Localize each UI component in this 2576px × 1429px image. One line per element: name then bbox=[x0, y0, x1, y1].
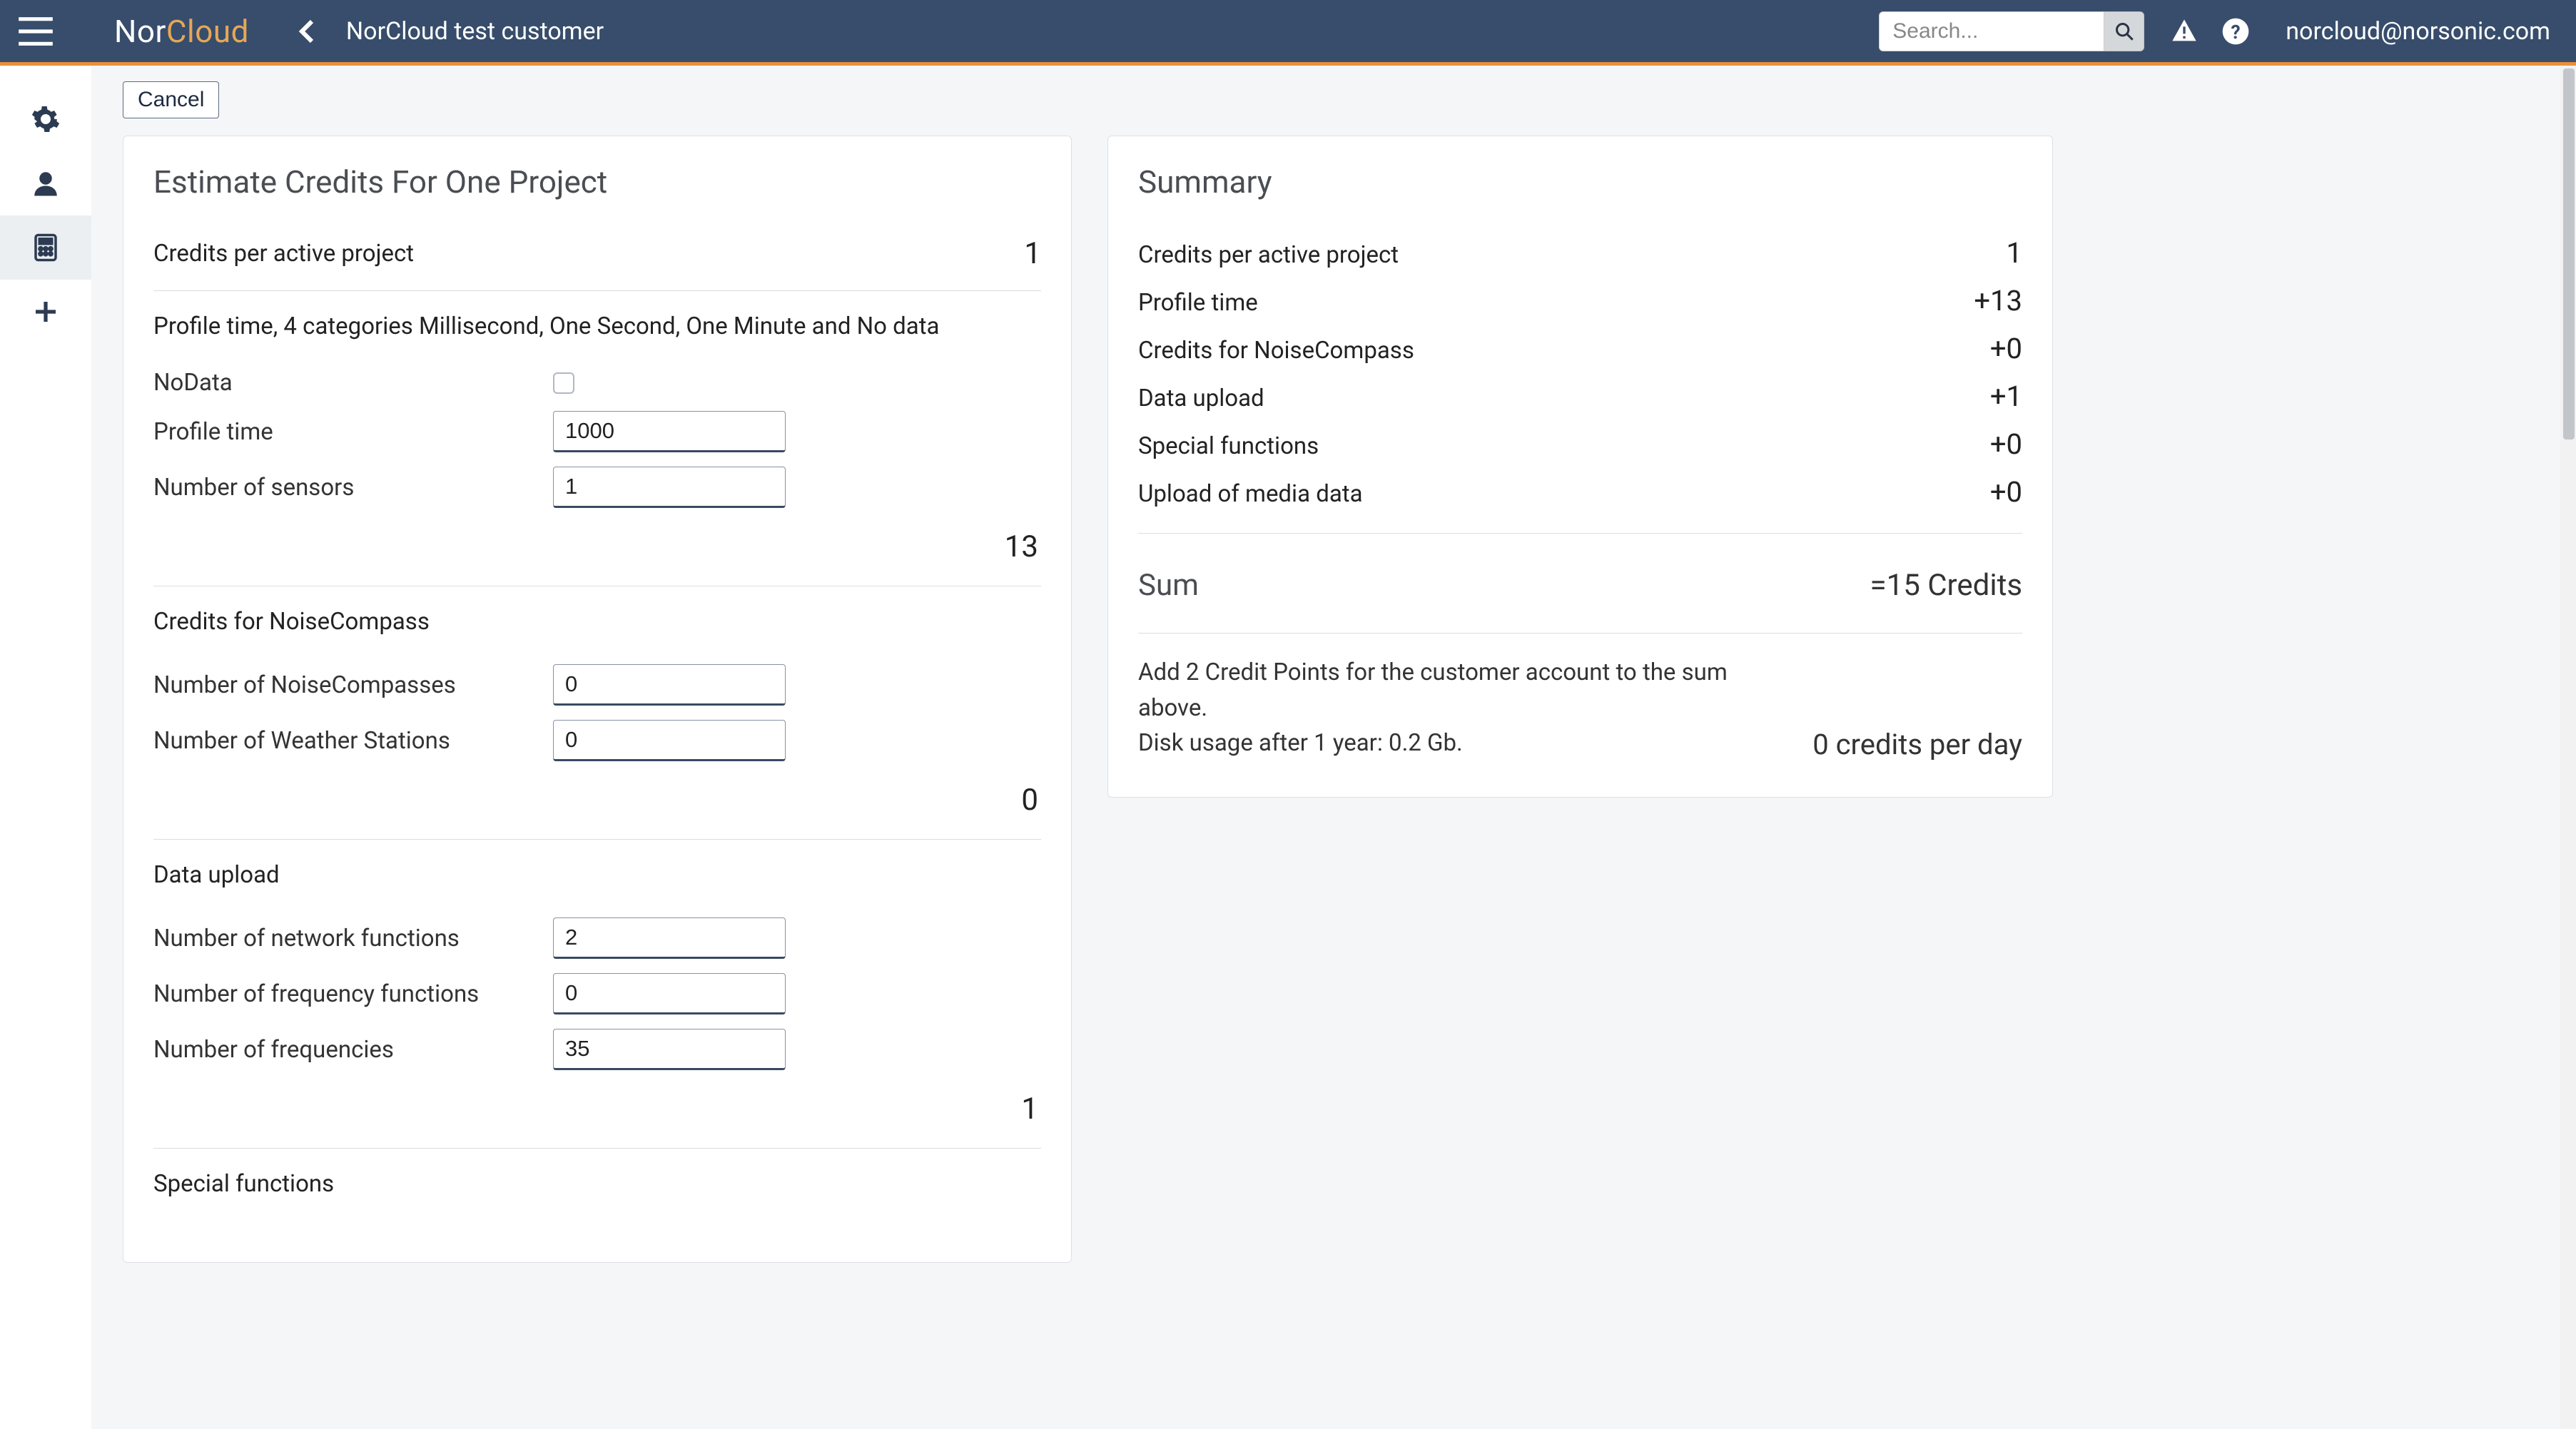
number-sensors-label: Number of sensors bbox=[153, 474, 553, 502]
profile-description: Profile time, 4 categories Millisecond, … bbox=[153, 312, 1041, 340]
special-functions-header: Special functions bbox=[153, 1170, 1041, 1198]
search bbox=[1879, 11, 2144, 51]
back-button[interactable] bbox=[290, 14, 325, 49]
cancel-button[interactable]: Cancel bbox=[123, 81, 219, 118]
warning-icon bbox=[2170, 17, 2199, 46]
summary-label: Special functions bbox=[1138, 432, 1319, 460]
plus-icon bbox=[31, 297, 61, 327]
credits-per-project-label: Credits per active project bbox=[153, 240, 414, 268]
summary-note-2: Disk usage after 1 year: 0.2 Gb. bbox=[1138, 726, 1784, 761]
help-button[interactable]: ? bbox=[2221, 17, 2250, 46]
summary-row: Profile time +13 bbox=[1138, 277, 2022, 325]
profile-time-input[interactable] bbox=[553, 411, 786, 452]
noisecompass-header: Credits for NoiseCompass bbox=[153, 608, 1041, 636]
summary-label: Data upload bbox=[1138, 385, 1264, 412]
summary-sum-label: Sum bbox=[1138, 568, 1199, 603]
summary-row: Data upload +1 bbox=[1138, 372, 2022, 420]
summary-card: Summary Credits per active project 1 Pro… bbox=[1107, 136, 2053, 798]
num-weather-label: Number of Weather Stations bbox=[153, 727, 553, 755]
summary-note-1: Add 2 Credit Points for the customer acc… bbox=[1138, 655, 1784, 726]
summary-label: Profile time bbox=[1138, 289, 1258, 317]
number-sensors-input[interactable] bbox=[553, 467, 786, 508]
svg-text:?: ? bbox=[2231, 21, 2241, 44]
user-email[interactable]: norcloud@norsonic.com bbox=[2286, 17, 2550, 46]
summary-value: +13 bbox=[1974, 284, 2022, 317]
summary-label: Credits per active project bbox=[1138, 241, 1399, 269]
summary-value: +1 bbox=[1990, 380, 2022, 413]
num-freq-input[interactable] bbox=[553, 1029, 786, 1070]
summary-label: Credits for NoiseCompass bbox=[1138, 337, 1414, 365]
help-icon: ? bbox=[2221, 17, 2250, 46]
num-freq-fn-input[interactable] bbox=[553, 973, 786, 1014]
credits-per-project-value: 1 bbox=[1024, 236, 1041, 271]
sidebar-item-add[interactable] bbox=[0, 280, 91, 344]
sidebar-item-calculator[interactable] bbox=[0, 215, 91, 280]
topbar: NorCloud NorCloud test customer ? norclo… bbox=[0, 0, 2576, 66]
sidebar bbox=[0, 66, 91, 1429]
summary-value: 1 bbox=[2007, 236, 2022, 270]
num-network-fn-input[interactable] bbox=[553, 917, 786, 959]
search-button[interactable] bbox=[2104, 11, 2144, 51]
summary-total: Sum =15 Credits bbox=[1138, 555, 2022, 616]
brand-nor: Nor bbox=[114, 13, 166, 50]
user-icon bbox=[31, 168, 61, 198]
search-icon bbox=[2114, 21, 2134, 41]
estimate-title: Estimate Credits For One Project bbox=[153, 163, 1041, 200]
sidebar-item-user[interactable] bbox=[0, 151, 91, 215]
main-content: Cancel Estimate Credits For One Project … bbox=[91, 66, 2576, 1429]
summary-value: +0 bbox=[1990, 332, 2022, 365]
scrollbar-track[interactable] bbox=[2560, 66, 2576, 1429]
menu-toggle[interactable] bbox=[0, 0, 71, 64]
summary-value: +0 bbox=[1990, 427, 2022, 461]
summary-row: Credits per active project 1 bbox=[1138, 229, 2022, 277]
dataupload-header: Data upload bbox=[153, 861, 1041, 889]
estimate-card: Estimate Credits For One Project Credits… bbox=[123, 136, 1072, 1263]
num-weather-input[interactable] bbox=[553, 720, 786, 761]
num-network-fn-label: Number of network functions bbox=[153, 925, 553, 952]
noisecompass-subtotal: 0 bbox=[1021, 783, 1038, 818]
num-noisecompasses-label: Number of NoiseCompasses bbox=[153, 671, 553, 699]
summary-row: Upload of media data +0 bbox=[1138, 468, 2022, 516]
chevron-left-icon bbox=[290, 14, 325, 49]
hamburger-icon bbox=[17, 16, 54, 47]
nodata-checkbox[interactable] bbox=[553, 372, 574, 394]
summary-row: Special functions +0 bbox=[1138, 420, 2022, 468]
summary-label: Upload of media data bbox=[1138, 480, 1363, 508]
customer-name: NorCloud test customer bbox=[346, 17, 604, 46]
summary-sum-value: =15 Credits bbox=[1870, 568, 2022, 603]
dataupload-subtotal: 1 bbox=[1021, 1092, 1038, 1127]
alerts-button[interactable] bbox=[2170, 17, 2199, 46]
num-noisecompasses-input[interactable] bbox=[553, 664, 786, 706]
nodata-label: NoData bbox=[153, 369, 553, 397]
scrollbar-thumb[interactable] bbox=[2563, 68, 2575, 439]
brand-cloud: Cloud bbox=[166, 13, 249, 50]
num-freq-label: Number of frequencies bbox=[153, 1036, 553, 1064]
gear-icon bbox=[31, 104, 61, 134]
summary-row: Credits for NoiseCompass +0 bbox=[1138, 325, 2022, 372]
summary-value: +0 bbox=[1990, 475, 2022, 509]
profile-subtotal: 13 bbox=[1005, 529, 1038, 564]
brand-logo[interactable]: NorCloud bbox=[114, 13, 249, 50]
sidebar-item-settings[interactable] bbox=[0, 87, 91, 151]
search-input[interactable] bbox=[1879, 11, 2104, 51]
profile-time-label: Profile time bbox=[153, 418, 553, 446]
num-freq-fn-label: Number of frequency functions bbox=[153, 980, 553, 1008]
summary-title: Summary bbox=[1138, 163, 2022, 200]
credits-per-day: 0 credits per day bbox=[1812, 728, 2022, 761]
calculator-icon bbox=[31, 233, 61, 263]
